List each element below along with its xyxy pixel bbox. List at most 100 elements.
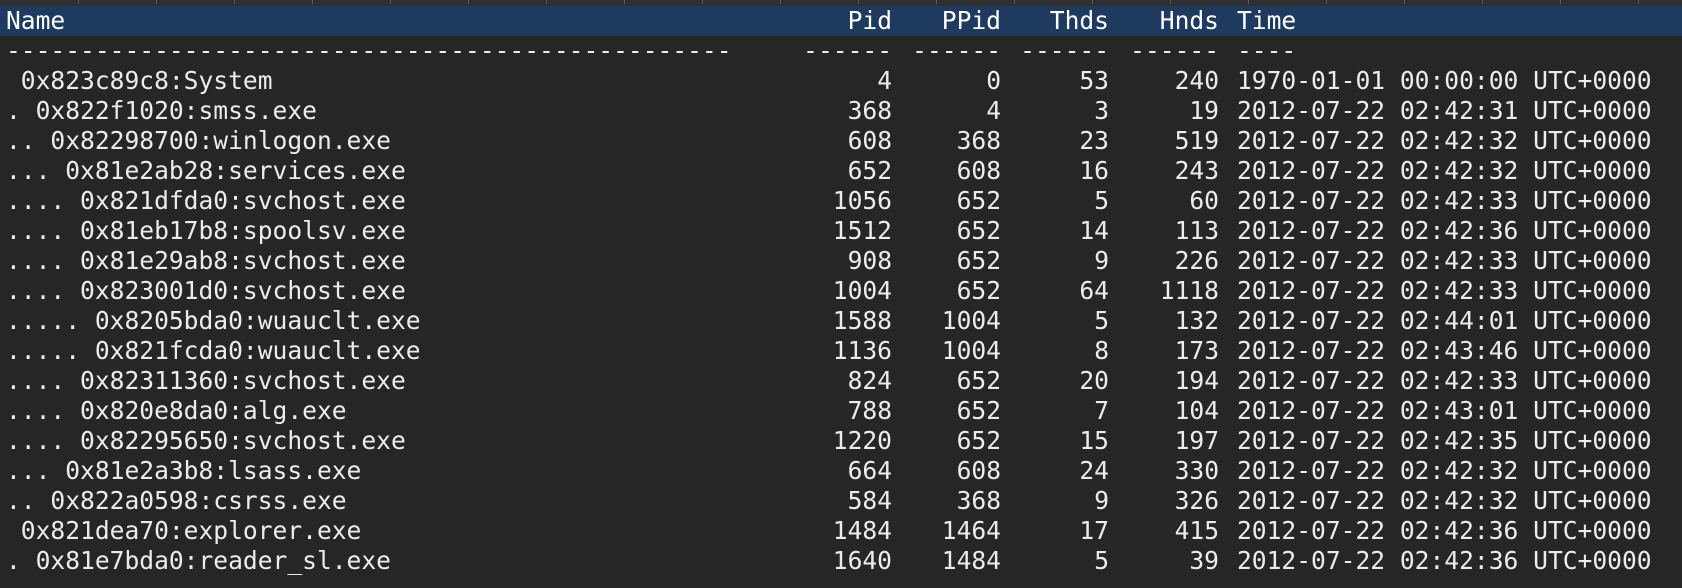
cell-name: . 0x822f1020:smss.exe [6, 96, 317, 125]
ruler-tick [1326, 0, 1327, 4]
cell-time: 2012-07-22 02:42:33 UTC+0000 [1237, 186, 1652, 215]
cell-hnds: 39 [1189, 546, 1219, 575]
ruler-tick [468, 0, 469, 4]
cell-hnds: 194 [1174, 366, 1219, 395]
ruler-tick [234, 0, 235, 4]
cell-hnds: 19 [1189, 96, 1219, 125]
cell-thds: 8 [1094, 336, 1109, 365]
cell-hnds: 415 [1174, 516, 1219, 545]
ruler-tick [1560, 0, 1561, 4]
cell-name: . 0x81e7bda0:reader_sl.exe [6, 546, 391, 575]
cell-hnds: 113 [1174, 216, 1219, 245]
cell-name: .... 0x82295650:svchost.exe [6, 426, 406, 455]
ruler-tick [936, 0, 937, 4]
cell-time: 2012-07-22 02:43:01 UTC+0000 [1237, 396, 1652, 425]
cell-ppid: 368 [956, 126, 1001, 155]
cell-hnds: 1118 [1159, 276, 1219, 305]
cell-name: 0x823c89c8:System [6, 66, 273, 95]
table-row: .... 0x820e8da0:alg.exe 788 652 7 104 2012-07… [0, 396, 1682, 426]
cell-hnds: 330 [1174, 456, 1219, 485]
cell-ppid: 652 [956, 216, 1001, 245]
cell-hnds: 226 [1174, 246, 1219, 275]
cell-hnds: 243 [1174, 156, 1219, 185]
table-row: 0x823c89c8:System 4 0 53 240 1970-01-01 00:00… [0, 66, 1682, 96]
cell-thds: 9 [1094, 486, 1109, 515]
cell-thds: 5 [1094, 546, 1109, 575]
cell-ppid: 652 [956, 276, 1001, 305]
cell-pid: 824 [847, 366, 892, 395]
cell-thds: 64 [1079, 276, 1109, 305]
table-row: ..... 0x821fcda0:wuauclt.exe 1136 1004 8 173… [0, 336, 1682, 366]
cell-name: ..... 0x821fcda0:wuauclt.exe [6, 336, 421, 365]
header-time: Time [1237, 6, 1297, 35]
cell-pid: 584 [847, 486, 892, 515]
cell-thds: 7 [1094, 396, 1109, 425]
cell-pid: 1136 [832, 336, 892, 365]
cell-name: ... 0x81e2a3b8:lsass.exe [6, 456, 362, 485]
table-row: ..... 0x8205bda0:wuauclt.exe 1588 1004 5 132… [0, 306, 1682, 336]
ruler-tick [1404, 0, 1405, 4]
cell-hnds: 326 [1174, 486, 1219, 515]
header-separator: ----------------------------------------… [0, 36, 1682, 66]
cell-time: 2012-07-22 02:42:33 UTC+0000 [1237, 276, 1652, 305]
header-hnds: Hnds [1159, 6, 1219, 35]
cell-time: 2012-07-22 02:44:01 UTC+0000 [1237, 306, 1652, 335]
cell-thds: 5 [1094, 306, 1109, 335]
cell-ppid: 652 [956, 186, 1001, 215]
separator-time: ---- [1237, 36, 1297, 65]
table-row: .... 0x823001d0:svchost.exe 1004 652 64 1118… [0, 276, 1682, 306]
cell-thds: 3 [1094, 96, 1109, 125]
cell-name: .... 0x821dfda0:svchost.exe [6, 186, 406, 215]
table-header: Name Pid PPid Thds Hnds Time [0, 6, 1682, 36]
cell-hnds: 60 [1189, 186, 1219, 215]
separator-ppid: ------ [912, 36, 1001, 65]
cell-name: .... 0x81e29ab8:svchost.exe [6, 246, 406, 275]
header-name: Name [6, 6, 66, 35]
cell-time: 2012-07-22 02:42:32 UTC+0000 [1237, 156, 1652, 185]
table-row: .. 0x82298700:winlogon.exe 608 368 23 519 201… [0, 126, 1682, 156]
cell-name: ..... 0x8205bda0:wuauclt.exe [6, 306, 421, 335]
cell-time: 2012-07-22 02:42:31 UTC+0000 [1237, 96, 1652, 125]
cell-hnds: 519 [1174, 126, 1219, 155]
cell-ppid: 652 [956, 426, 1001, 455]
cell-thds: 53 [1079, 66, 1109, 95]
separator-thds: ------ [1020, 36, 1109, 65]
cell-thds: 16 [1079, 156, 1109, 185]
ruler-tick [624, 0, 625, 4]
cell-pid: 652 [847, 156, 892, 185]
cell-thds: 24 [1079, 456, 1109, 485]
cell-ppid: 652 [956, 246, 1001, 275]
cell-thds: 5 [1094, 186, 1109, 215]
ruler-tick [390, 0, 391, 4]
table-row: 0x821dea70:explorer.exe 1484 1464 17 415 2012… [0, 516, 1682, 546]
cell-time: 2012-07-22 02:42:33 UTC+0000 [1237, 246, 1652, 275]
ruler-tick [312, 0, 313, 4]
cell-time: 2012-07-22 02:42:36 UTC+0000 [1237, 546, 1652, 575]
cell-name: 0x821dea70:explorer.exe [6, 516, 362, 545]
table-row: ... 0x81e2a3b8:lsass.exe 664 608 24 330 2012-… [0, 456, 1682, 486]
cell-ppid: 652 [956, 366, 1001, 395]
ruler-tick [1482, 0, 1483, 4]
cell-hnds: 197 [1174, 426, 1219, 455]
cell-ppid: 652 [956, 396, 1001, 425]
cell-name: .. 0x82298700:winlogon.exe [6, 126, 391, 155]
cell-pid: 1640 [832, 546, 892, 575]
separator-hnds: ------ [1130, 36, 1219, 65]
cell-hnds: 132 [1174, 306, 1219, 335]
table-row: .... 0x821dfda0:svchost.exe 1056 652 5 60 201… [0, 186, 1682, 216]
cell-time: 2012-07-22 02:42:35 UTC+0000 [1237, 426, 1652, 455]
cell-thds: 23 [1079, 126, 1109, 155]
cell-pid: 1512 [832, 216, 892, 245]
table-row: ... 0x81e2ab28:services.exe 652 608 16 243 20… [0, 156, 1682, 186]
ruler-tick [702, 0, 703, 4]
terminal-window[interactable]: Name Pid PPid Thds Hnds Time -----------… [0, 0, 1682, 588]
cell-hnds: 104 [1174, 396, 1219, 425]
cell-time: 2012-07-22 02:42:32 UTC+0000 [1237, 486, 1652, 515]
ruler-tick [546, 0, 547, 4]
cell-name: .... 0x823001d0:svchost.exe [6, 276, 406, 305]
cell-thds: 15 [1079, 426, 1109, 455]
table-row: .... 0x81eb17b8:spoolsv.exe 1512 652 14 113 2… [0, 216, 1682, 246]
cell-pid: 1588 [832, 306, 892, 335]
table-row: . 0x822f1020:smss.exe 368 4 3 19 2012-07-22 0… [0, 96, 1682, 126]
cell-name: .... 0x820e8da0:alg.exe [6, 396, 347, 425]
